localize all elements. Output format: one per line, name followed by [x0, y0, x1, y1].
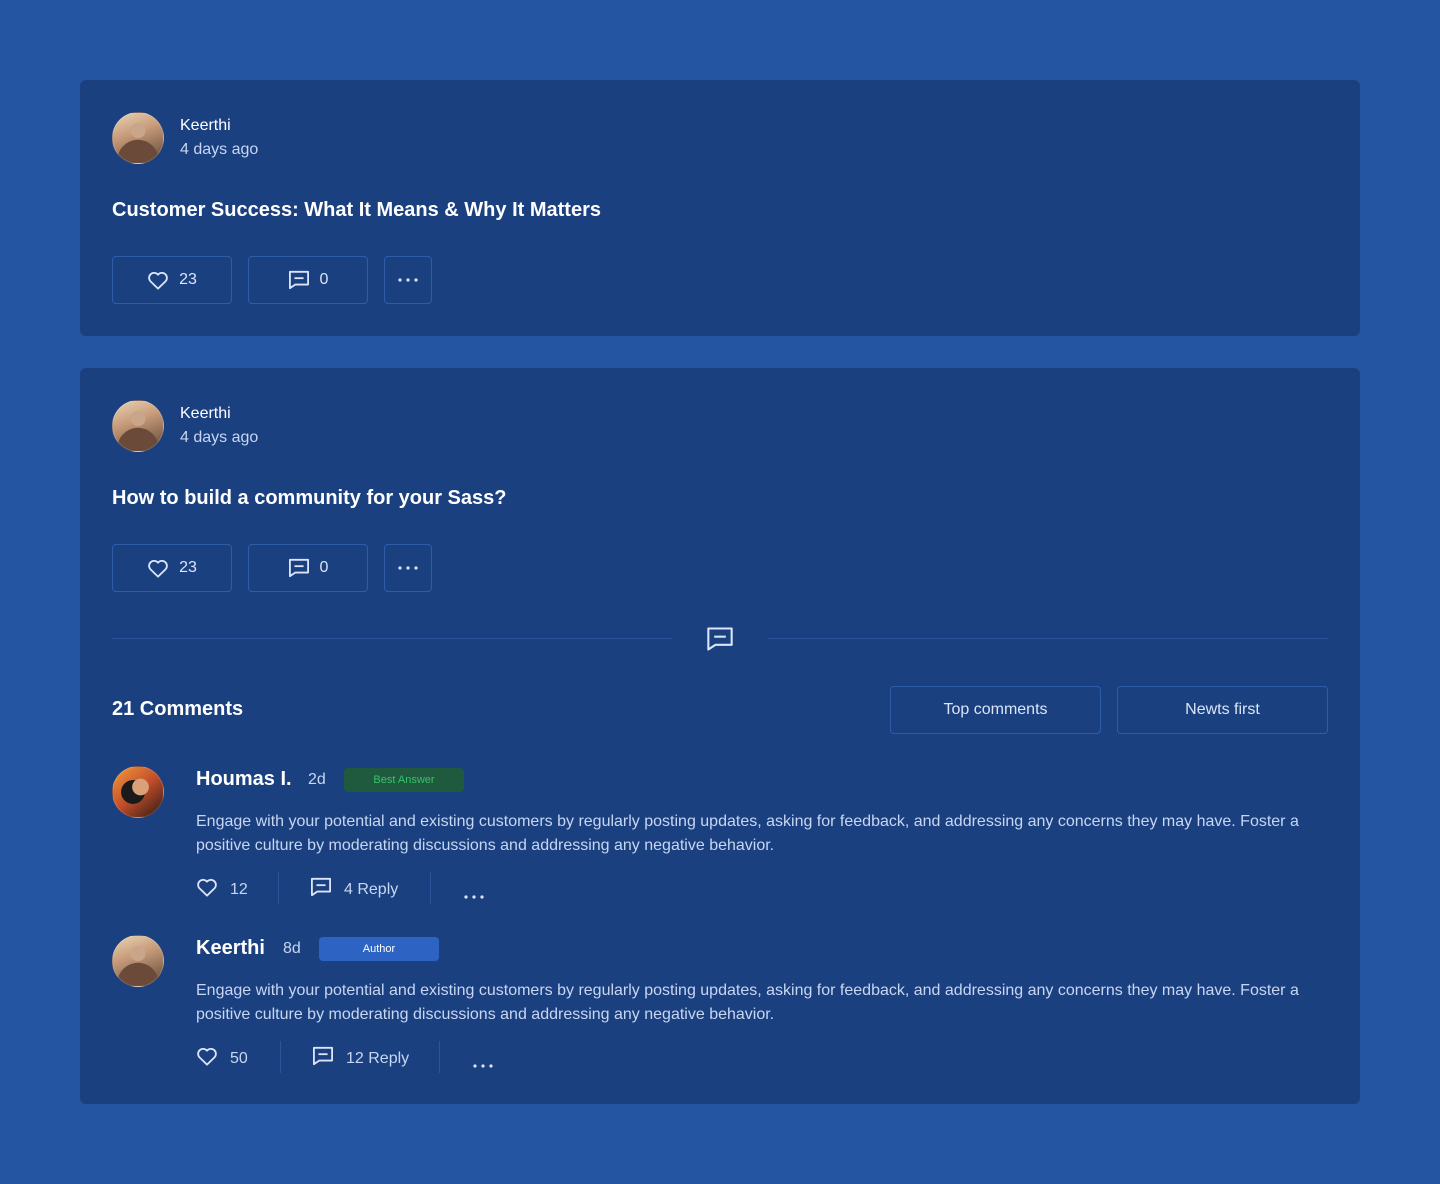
post-card: Keerthi 4 days ago Customer Success: Wha… — [80, 80, 1360, 336]
comment-reply-button[interactable]: 12 Reply — [312, 1046, 409, 1071]
comment-like-count: 50 — [230, 1049, 248, 1067]
comment-icon — [706, 626, 734, 657]
author-avatar[interactable] — [112, 400, 164, 452]
author-avatar[interactable] — [112, 112, 164, 164]
like-count: 23 — [179, 559, 197, 576]
comment-more-button[interactable] — [473, 1055, 493, 1073]
post-time: 4 days ago — [180, 141, 259, 158]
comment-icon — [288, 270, 310, 290]
heart-icon — [196, 1046, 218, 1071]
comment-body: Engage with your potential and existing … — [196, 813, 1299, 854]
comment-icon — [288, 558, 310, 578]
comment-like-button[interactable]: 50 — [196, 1046, 248, 1071]
more-dots-icon — [398, 278, 418, 282]
comment-button[interactable]: 0 — [248, 256, 368, 304]
more-dots-icon — [473, 1055, 493, 1073]
comment-more-button[interactable] — [464, 886, 484, 904]
divider-right — [768, 638, 1328, 639]
sort-newest-first-button[interactable]: Newts first — [1117, 686, 1328, 734]
comment-icon — [310, 877, 332, 902]
comment-count: 0 — [319, 559, 329, 576]
comment-count: 0 — [319, 271, 329, 288]
action-separator — [439, 1041, 440, 1073]
action-separator — [430, 872, 431, 904]
post-title[interactable]: How to build a community for your Sass? — [112, 487, 506, 510]
action-separator — [280, 1041, 281, 1073]
comment-body: Engage with your potential and existing … — [196, 982, 1299, 1023]
more-dots-icon — [398, 566, 418, 570]
post-card: Keerthi 4 days ago How to build a commun… — [80, 368, 1360, 1104]
comment-like-count: 12 — [230, 880, 248, 898]
author-name[interactable]: Keerthi — [180, 405, 231, 423]
commenter-avatar[interactable] — [112, 766, 164, 818]
heart-icon — [147, 558, 169, 578]
like-count: 23 — [179, 271, 197, 288]
commenter-avatar[interactable] — [112, 935, 164, 987]
post-time: 4 days ago — [180, 429, 259, 446]
author-name[interactable]: Keerthi — [180, 117, 231, 135]
comments-count-title: 21 Comments — [112, 698, 244, 720]
comment-like-button[interactable]: 12 — [196, 877, 248, 902]
more-button[interactable] — [384, 544, 432, 592]
heart-icon — [147, 270, 169, 290]
comment-icon — [312, 1046, 334, 1071]
heart-icon — [196, 877, 218, 902]
reply-count: 12 Reply — [346, 1049, 410, 1067]
comment-button[interactable]: 0 — [248, 544, 368, 592]
more-dots-icon — [464, 886, 484, 904]
commenter-name[interactable]: Keerthi — [196, 937, 265, 960]
like-button[interactable]: 23 — [112, 256, 232, 304]
reply-count: 4 Reply — [344, 880, 399, 898]
like-button[interactable]: 23 — [112, 544, 232, 592]
more-button[interactable] — [384, 256, 432, 304]
comment-reply-button[interactable]: 4 Reply — [310, 877, 398, 902]
action-separator — [278, 872, 279, 904]
post-title[interactable]: Customer Success: What It Means & Why It… — [112, 199, 601, 222]
best-answer-badge: Best Answer — [344, 768, 464, 792]
comment-time: 2d — [308, 771, 326, 788]
divider-left — [112, 638, 672, 639]
comment-time: 8d — [283, 940, 301, 957]
sort-top-comments-button[interactable]: Top comments — [890, 686, 1101, 734]
author-badge: Author — [319, 937, 439, 961]
commenter-name[interactable]: Houmas I. — [196, 768, 292, 791]
